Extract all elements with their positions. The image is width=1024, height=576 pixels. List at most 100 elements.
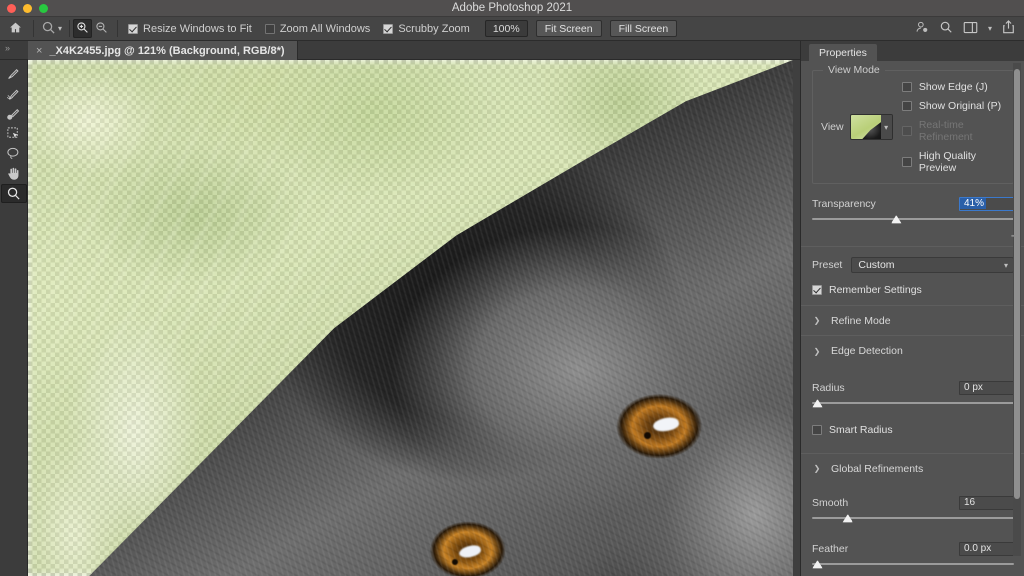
zoom-level-input[interactable]: 100% <box>484 20 528 37</box>
show-edge-checkbox[interactable]: Show Edge (J) <box>901 81 1005 93</box>
checkbox-box <box>264 23 275 34</box>
tool-hand[interactable] <box>1 164 27 183</box>
search-icon[interactable] <box>939 20 953 37</box>
panel-tab-row: Properties <box>801 41 1024 61</box>
properties-panel: Properties View Mode View ▾ Show Edge (J… <box>800 41 1024 576</box>
preset-label: Preset <box>812 259 843 271</box>
smooth-label: Smooth <box>812 496 849 509</box>
view-mode-options: Show Edge (J) Show Original (P) Real-tim… <box>901 80 1005 174</box>
workspace-icon[interactable] <box>963 21 978 37</box>
document-tab[interactable]: × _X4K2455.jpg @ 121% (Background, RGB/8… <box>28 41 298 60</box>
lasso-icon <box>7 147 19 159</box>
chevron-down-icon[interactable]: ▾ <box>880 115 892 139</box>
chevron-down-icon: ▾ <box>58 24 63 33</box>
tab-properties[interactable]: Properties <box>809 44 877 61</box>
zoom-out-button[interactable] <box>92 19 111 38</box>
tool-object-selection[interactable] <box>1 124 27 143</box>
edge-detection-section-header[interactable]: ❯ Edge Detection <box>801 336 1024 366</box>
zoom-all-windows-label: Zoom All Windows <box>279 22 371 35</box>
checkbox-box <box>128 23 139 34</box>
preset-row: Preset Custom ▾ <box>812 247 1014 273</box>
panel-scrollbar-thumb[interactable] <box>1014 69 1020 499</box>
view-label: View <box>821 121 844 133</box>
resize-windows-to-fit-label: Resize Windows to Fit <box>143 22 252 35</box>
zoom-out-icon <box>95 21 108 37</box>
checkbox-box <box>383 23 394 34</box>
edge-detection-label: Edge Detection <box>831 345 903 357</box>
magnifier-icon <box>41 20 56 38</box>
user-add-icon[interactable] <box>915 20 929 37</box>
checkbox-box <box>812 285 822 295</box>
preset-value: Custom <box>858 259 895 271</box>
transparency-slider[interactable] <box>812 215 1014 228</box>
smooth-row: Smooth 16 <box>812 483 1014 527</box>
tool-refine-edge-brush[interactable] <box>1 64 27 83</box>
radius-row: Radius 0 px <box>812 366 1014 412</box>
resize-grip-icon[interactable]: ▪▪ <box>1011 233 1015 240</box>
share-icon[interactable] <box>1002 20 1015 37</box>
options-bar: ▾ Resize Windows to Fit Zoom All Windows… <box>0 17 1024 41</box>
smart-radius-checkbox[interactable]: Smart Radius <box>812 412 1014 445</box>
collapse-left-icon[interactable]: » <box>5 43 10 53</box>
zoom-in-icon <box>76 21 89 37</box>
scrubby-zoom-checkbox[interactable]: Scrubby Zoom <box>383 23 470 35</box>
global-refinements-section-header[interactable]: ❯ Global Refinements <box>801 454 1024 483</box>
show-original-checkbox[interactable]: Show Original (P) <box>901 100 1005 112</box>
show-edge-label: Show Edge (J) <box>918 81 988 93</box>
transparency-value: 41% <box>960 198 987 209</box>
tool-brush[interactable] <box>1 104 27 123</box>
tool-lasso[interactable] <box>1 144 27 163</box>
view-mode-picker[interactable]: ▾ <box>849 114 893 140</box>
refine-mode-section-header[interactable]: ❯ Refine Mode <box>801 306 1024 335</box>
feather-slider[interactable] <box>812 560 1014 573</box>
home-button[interactable] <box>0 17 30 41</box>
fit-screen-button[interactable]: Fit Screen <box>535 20 602 37</box>
tool-zoom[interactable] <box>0 184 27 203</box>
options-bar-right-icons: ▾ <box>915 20 1024 37</box>
chevron-down-icon[interactable]: ▾ <box>988 24 992 33</box>
object-select-icon <box>7 127 18 138</box>
chevron-down-icon: ▾ <box>1003 260 1008 270</box>
gorilla-eye-pupil <box>644 432 651 439</box>
tool-preset-picker[interactable]: ▾ <box>37 20 66 38</box>
preset-select[interactable]: Custom ▾ <box>851 257 1014 273</box>
smooth-slider[interactable] <box>812 514 1014 527</box>
hand-icon <box>8 167 19 180</box>
slider-track <box>812 218 1014 220</box>
transparency-label: Transparency <box>812 197 876 210</box>
smooth-input[interactable]: 16 <box>959 495 1014 510</box>
checkbox-box <box>901 126 912 136</box>
brush-quick-icon <box>6 89 19 100</box>
app-title: Adobe Photoshop 2021 <box>451 2 573 14</box>
resize-windows-to-fit-checkbox[interactable]: Resize Windows to Fit <box>128 23 252 35</box>
view-mode-group: View Mode View ▾ Show Edge (J) Show Orig… <box>812 64 1014 184</box>
fill-screen-button[interactable]: Fill Screen <box>609 20 678 37</box>
checkbox-box <box>901 101 912 111</box>
tools-panel <box>0 60 28 576</box>
document-tab-title: _X4K2455.jpg @ 121% (Background, RGB/8*) <box>49 44 285 57</box>
zoom-all-windows-checkbox[interactable]: Zoom All Windows <box>264 22 371 35</box>
divider <box>69 20 71 37</box>
gorilla-eye-pupil <box>452 559 458 565</box>
checkbox-box <box>812 425 822 435</box>
high-quality-preview-checkbox[interactable]: High Quality Preview <box>901 150 1005 174</box>
slider-track <box>812 563 1014 565</box>
high-quality-preview-label: High Quality Preview <box>918 150 977 174</box>
real-time-refinement-label: Real-time Refinement <box>918 119 973 143</box>
checkbox-box <box>901 82 912 92</box>
transparency-row: Transparency 41% <box>812 184 1014 228</box>
document-image[interactable] <box>28 60 793 576</box>
scrubby-zoom-label: Scrubby Zoom <box>398 22 470 35</box>
close-icon[interactable]: × <box>36 45 42 57</box>
remember-settings-checkbox[interactable]: Remember Settings <box>812 273 1014 305</box>
checkbox-box <box>901 157 912 167</box>
divider <box>117 20 119 37</box>
radius-input[interactable]: 0 px <box>959 380 1014 395</box>
transparency-input[interactable]: 41% <box>959 196 1014 211</box>
radius-slider[interactable] <box>812 399 1014 412</box>
zoom-in-button[interactable] <box>73 19 93 38</box>
canvas-area[interactable] <box>28 60 800 576</box>
tool-quick-selection-brush[interactable] <box>1 84 27 103</box>
smart-radius-label: Smart Radius <box>829 424 893 436</box>
feather-input[interactable]: 0.0 px <box>959 541 1014 556</box>
